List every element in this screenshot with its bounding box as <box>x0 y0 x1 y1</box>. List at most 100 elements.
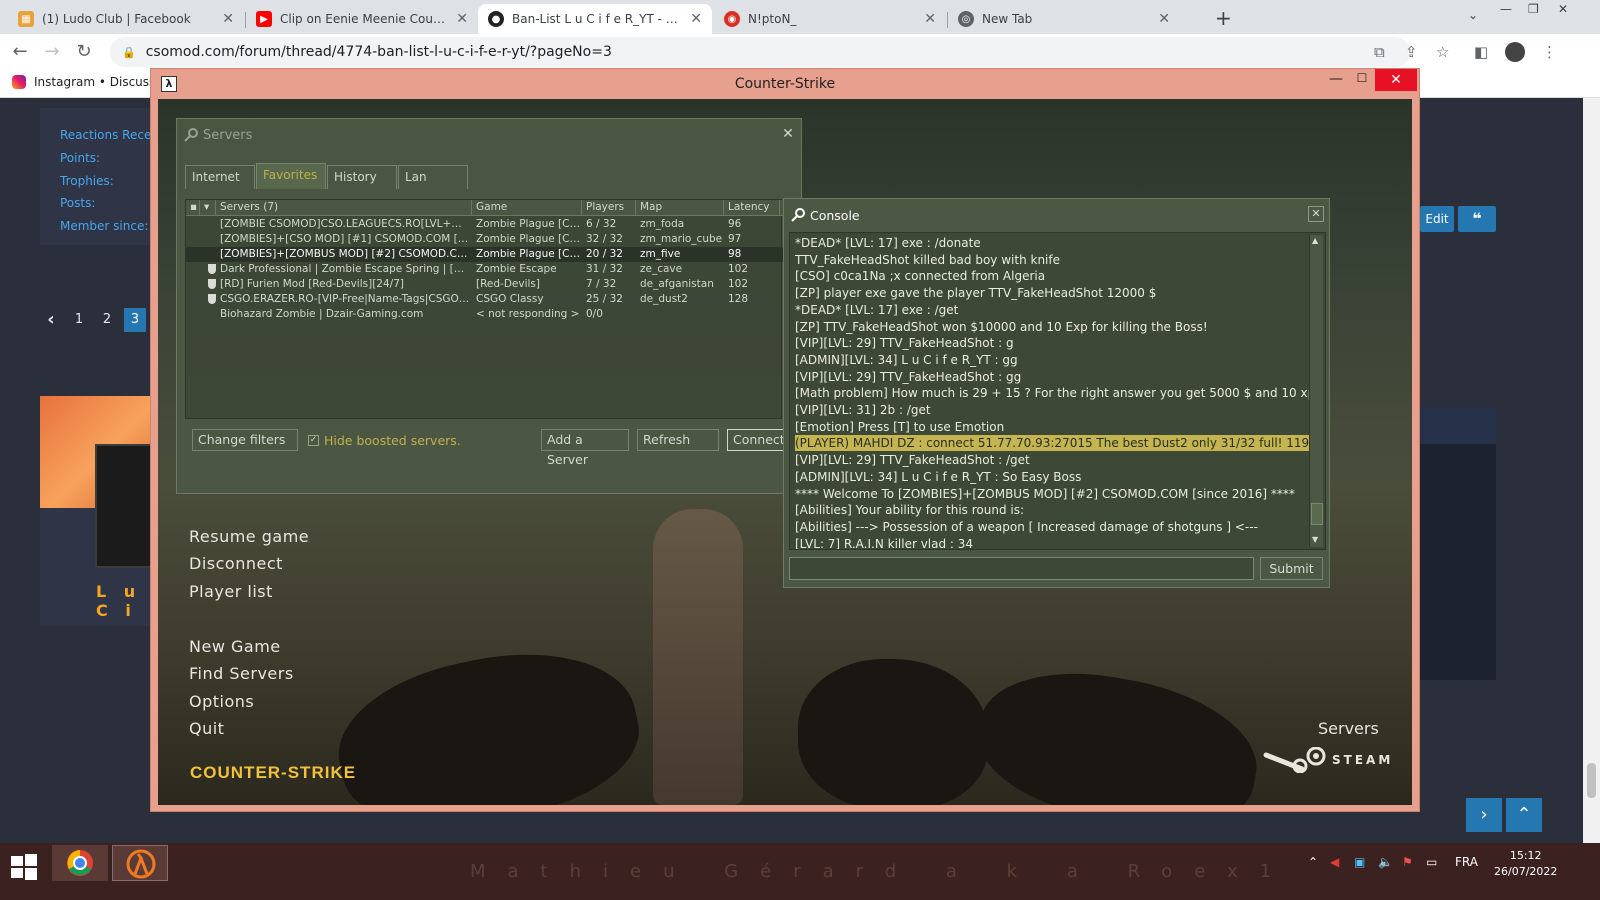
profile-avatar[interactable] <box>1505 42 1525 62</box>
disconnect-item[interactable]: Disconnect <box>189 554 283 573</box>
server-players-cell: 31 / 32 <box>586 263 623 275</box>
bookmark-instagram[interactable]: Instagram • Discuss... <box>12 75 167 89</box>
maximize-icon[interactable]: ☐ <box>1349 71 1375 95</box>
speaker-icon[interactable]: 🔈 <box>1378 855 1393 869</box>
column-map[interactable]: Map <box>636 200 724 216</box>
connect-button[interactable]: Connect <box>727 429 787 451</box>
tab-favorites[interactable]: Favorites <box>256 163 326 189</box>
change-filters-button[interactable]: Change filters <box>192 429 298 451</box>
restore-icon[interactable]: ❐ <box>1528 2 1539 16</box>
scrollbar-thumb[interactable] <box>1311 503 1323 525</box>
page-link-2[interactable]: 2 <box>96 308 118 332</box>
column-game[interactable]: Game <box>472 200 582 216</box>
reload-icon[interactable]: ↻ <box>72 40 96 64</box>
server-row[interactable]: [ZOMBIE CSOMOD]CSO.LEAGUECS.RO[LVL+MONE.… <box>186 217 783 232</box>
menu-kebab-icon[interactable]: ⋮ <box>1542 43 1557 61</box>
server-row[interactable]: [ZOMBIES]+[CSO MOD] [#1] CSOMOD.COM [sin… <box>186 232 783 247</box>
scroll-down-icon[interactable]: ▼ <box>1312 535 1318 544</box>
server-latency-cell: 96 <box>728 218 742 230</box>
close-icon[interactable]: ✕ <box>222 11 234 27</box>
taskbar-half-life[interactable] <box>112 845 168 881</box>
ethernet-icon[interactable]: ▭ <box>1426 855 1437 869</box>
address-bar[interactable]: 🔒 csomod.com/forum/thread/4774-ban-list-… <box>110 37 1410 67</box>
column-latency[interactable]: Latency <box>724 200 780 216</box>
share-icon[interactable]: ⇪ <box>1405 43 1418 61</box>
tab-new-tab[interactable]: ◎ New Tab ✕ <box>948 4 1180 34</box>
tray-overflow-icon[interactable]: ⌃ <box>1308 855 1318 869</box>
server-players-cell: 6 / 32 <box>586 218 617 230</box>
close-icon[interactable]: ✕ <box>1158 11 1170 27</box>
quote-button[interactable]: ❝ <box>1458 206 1496 232</box>
new-tab-button[interactable]: + <box>1215 6 1232 30</box>
server-row[interactable]: [RD] Furien Mod [Red-Devils][24/7] [Red-D… <box>186 277 783 292</box>
side-panel-icon[interactable]: ◧ <box>1474 43 1488 61</box>
close-icon[interactable]: ✕ <box>1375 69 1417 91</box>
cs-title-bar[interactable]: λ Counter-Strike — ☐ ✕ <box>151 69 1419 99</box>
refresh-button[interactable]: Refresh <box>637 429 719 451</box>
secure-column-icon[interactable]: ▾ <box>200 200 216 216</box>
add-server-button[interactable]: Add a Server <box>541 429 629 467</box>
tab-lan[interactable]: Lan <box>398 165 468 189</box>
resume-game-item[interactable]: Resume game <box>189 527 309 546</box>
server-map-cell: de_afganistan <box>640 278 714 290</box>
find-servers-item[interactable]: Find Servers <box>189 664 294 683</box>
prev-page-icon[interactable]: ‹ <box>40 308 62 332</box>
submit-button[interactable]: Submit <box>1260 557 1323 580</box>
console-line: [ADMIN][LVL: 34] L u C i f e R_YT : gg <box>795 352 1018 367</box>
password-column-icon[interactable]: ▪ <box>186 200 200 216</box>
network-app-icon[interactable]: ▣ <box>1354 855 1365 869</box>
close-icon[interactable]: ✕ <box>924 11 936 27</box>
console-input[interactable] <box>789 557 1254 580</box>
bookmark-star-icon[interactable]: ☆ <box>1436 43 1449 61</box>
hide-boosted-checkbox[interactable]: ✓ Hide boosted servers. <box>308 433 461 448</box>
tab-youtube-clip[interactable]: ▶ Clip on Eenie Meenie Counter str ✕ <box>246 4 478 34</box>
windows-start-icon[interactable] <box>10 853 38 881</box>
clock[interactable]: 15:12 26/07/2022 <box>1494 848 1557 880</box>
no-network-icon[interactable]: ⚑ <box>1402 855 1413 869</box>
page-link-1[interactable]: 1 <box>68 308 90 332</box>
close-icon[interactable]: ✕ <box>780 127 796 143</box>
column-players[interactable]: Players <box>582 200 636 216</box>
next-page-button[interactable]: › <box>1466 798 1502 832</box>
server-name-cell: Biohazard Zombie | Dzair-Gaming.com <box>220 308 424 320</box>
tab-ban-list[interactable]: ● Ban-List L u C i f e R_YT - Page 3 ✕ <box>478 4 712 34</box>
quit-item[interactable]: Quit <box>189 719 224 738</box>
server-row[interactable]: Biohazard Zombie | Dzair-Gaming.com < not… <box>186 307 783 322</box>
newtab-icon: ◎ <box>958 11 974 27</box>
back-icon[interactable]: ← <box>8 40 32 64</box>
tab-internet[interactable]: Internet <box>185 165 255 189</box>
server-row[interactable]: Dark Professional | Zombie Escape Spring… <box>186 262 783 277</box>
scroll-top-button[interactable]: ⌃ <box>1506 798 1542 832</box>
servers-link[interactable]: Servers <box>1318 719 1379 738</box>
translate-icon[interactable]: ⧉ <box>1374 43 1385 61</box>
tab-history[interactable]: History <box>327 165 397 189</box>
edit-button[interactable]: Edit <box>1420 206 1454 232</box>
close-window-icon[interactable]: ✕ <box>1558 2 1568 16</box>
tab-search-chevron-icon[interactable]: ⌄ <box>1468 8 1478 22</box>
scrollbar-thumb[interactable] <box>1587 763 1596 798</box>
checkbox-checked-icon[interactable]: ✓ <box>308 435 319 446</box>
tab-nipton[interactable]: ◉ N!ptoN_ ✕ <box>714 4 946 34</box>
scroll-up-icon[interactable]: ▲ <box>1312 236 1318 245</box>
server-row[interactable]: [ZOMBIES]+[ZOMBUS MOD] [#2] CSOMOD.COM [… <box>186 247 783 262</box>
volume-muted-icon[interactable]: ◀ <box>1330 855 1339 869</box>
close-icon[interactable]: ✕ <box>1308 206 1324 222</box>
forward-icon[interactable]: → <box>40 40 64 64</box>
close-icon[interactable]: ✕ <box>456 11 468 27</box>
posts-label: Posts: <box>60 196 96 210</box>
tab-ludo-club[interactable]: ▦ (1) Ludo Club | Facebook ✕ <box>8 4 244 34</box>
new-game-item[interactable]: New Game <box>189 637 281 656</box>
server-row[interactable]: CSGO.ERAZER.RO-[VIP-Free|Name-Tags|CSGO … <box>186 292 783 307</box>
language-indicator[interactable]: FRA <box>1455 855 1478 869</box>
options-item[interactable]: Options <box>189 692 254 711</box>
column-servers[interactable]: Servers (7) <box>216 200 472 216</box>
close-icon[interactable]: ✕ <box>690 11 702 27</box>
console-scrollbar[interactable]: ▲ ▼ <box>1309 235 1323 547</box>
page-link-3[interactable]: 3 <box>124 308 146 332</box>
taskbar-chrome[interactable] <box>52 845 108 881</box>
player-list-item[interactable]: Player list <box>189 582 273 601</box>
minimize-icon[interactable]: — <box>1323 71 1349 95</box>
minimize-icon[interactable]: — <box>1500 2 1512 16</box>
server-name-cell: [ZOMBIE CSOMOD]CSO.LEAGUECS.RO[LVL+MONE.… <box>220 218 470 230</box>
page-scrollbar[interactable] <box>1583 98 1600 843</box>
